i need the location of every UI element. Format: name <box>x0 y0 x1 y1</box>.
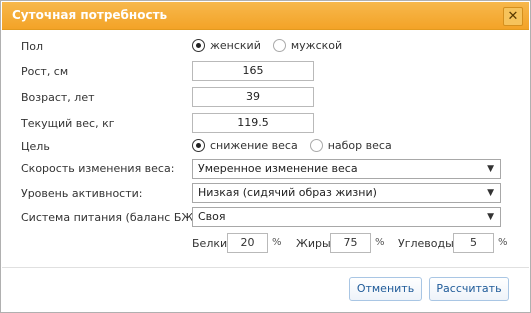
protein-unit: % <box>272 237 282 248</box>
goal-label: Цель <box>21 140 50 153</box>
protein-input[interactable]: 20 <box>227 233 268 253</box>
goal-gain-radio[interactable] <box>309 139 323 152</box>
diet-label: Система питания (баланс БЖУ): <box>21 211 208 224</box>
gender-male-label[interactable]: мужской <box>291 39 342 52</box>
fat-unit: % <box>375 237 385 248</box>
dialog-titlebar: Суточная потребность ✕ <box>2 2 529 30</box>
gender-label: Пол <box>21 40 44 53</box>
gender-male-radio[interactable] <box>272 39 286 52</box>
age-label: Возраст, лет <box>21 91 95 104</box>
diet-select[interactable]: Своя ▼ <box>192 207 501 227</box>
cancel-button[interactable]: Отменить <box>349 277 422 301</box>
fat-label: Жиры <box>296 237 331 250</box>
speed-label: Скорость изменения веса: <box>21 162 175 175</box>
carbs-unit: % <box>498 237 508 248</box>
carbs-label: Углеводы <box>398 237 454 250</box>
chevron-down-icon: ▼ <box>487 164 494 174</box>
weight-input[interactable]: 119.5 <box>192 113 314 133</box>
gender-female-label[interactable]: женский <box>210 39 261 52</box>
goal-gain-label[interactable]: набор веса <box>328 139 392 152</box>
close-button[interactable]: ✕ <box>503 7 523 26</box>
diet-select-value: Своя <box>198 210 226 223</box>
chevron-down-icon: ▼ <box>487 212 494 222</box>
carbs-input[interactable]: 5 <box>453 233 494 253</box>
activity-select[interactable]: Низкая (сидячий образ жизни) ▼ <box>192 183 501 203</box>
goal-lose-label[interactable]: снижение веса <box>210 139 298 152</box>
height-input[interactable]: 165 <box>192 61 314 81</box>
activity-label: Уровень активности: <box>21 187 143 200</box>
protein-label: Белки <box>192 237 228 250</box>
height-label: Рост, см <box>21 65 69 78</box>
speed-select[interactable]: Умеренное изменение веса ▼ <box>192 159 501 179</box>
footer-divider <box>2 267 529 268</box>
speed-select-value: Умеренное изменение веса <box>198 162 358 175</box>
close-icon: ✕ <box>507 9 519 24</box>
weight-label: Текущий вес, кг <box>21 117 115 130</box>
goal-radio-group: снижение веса набор веса <box>192 139 404 152</box>
age-input[interactable]: 39 <box>192 87 314 107</box>
activity-select-value: Низкая (сидячий образ жизни) <box>198 186 377 199</box>
gender-female-radio[interactable] <box>192 39 205 52</box>
dialog-title: Суточная потребность <box>12 8 168 22</box>
daily-needs-dialog: Суточная потребность ✕ Пол женский мужск… <box>0 0 531 313</box>
calculate-button[interactable]: Рассчитать <box>429 277 509 301</box>
goal-lose-radio[interactable] <box>192 139 205 152</box>
chevron-down-icon: ▼ <box>487 188 494 198</box>
gender-radio-group: женский мужской <box>192 39 354 52</box>
fat-input[interactable]: 75 <box>330 233 371 253</box>
